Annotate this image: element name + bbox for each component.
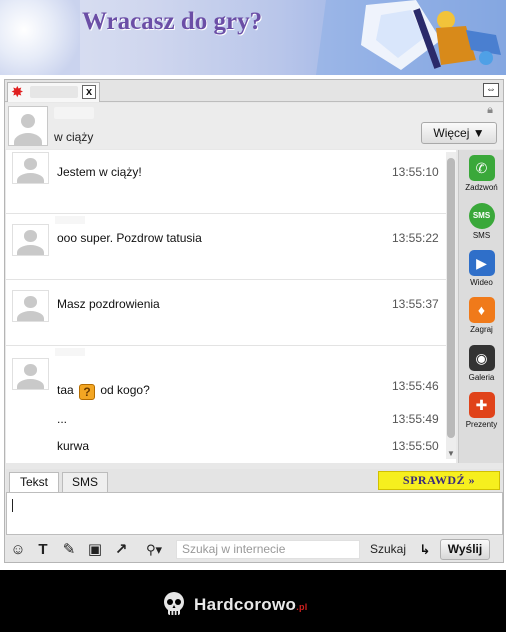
- tools-icon[interactable]: ✎: [59, 540, 79, 560]
- tab-contact-name-redacted: [30, 86, 78, 98]
- lock-icon: 🔒︎: [487, 104, 493, 116]
- message-time: 13:55:46: [392, 379, 439, 393]
- message-text: taa ? od kogo?: [57, 383, 150, 400]
- share-icon[interactable]: ↗: [111, 540, 131, 560]
- message-time: 13:55:10: [392, 165, 439, 179]
- gift-icon: ✚: [468, 392, 495, 418]
- scrollbar-thumb[interactable]: [447, 158, 455, 438]
- check-button[interactable]: SPRAWDŹ »: [378, 471, 500, 490]
- message-text: ooo super. Pozdrow tatusia: [57, 231, 202, 245]
- message-time: 13:55:50: [392, 439, 439, 453]
- input-mode-tabs: Tekst SMS SPRAWDŹ »: [6, 469, 503, 494]
- action-label: Wideo: [470, 278, 493, 287]
- call-action[interactable]: ✆ Zadzwoń: [459, 155, 504, 192]
- tab-text[interactable]: Tekst: [9, 472, 59, 494]
- gallery-action[interactable]: ◉ Galeria: [459, 345, 504, 382]
- message-item: taa ? od kogo? 13:55:46 ... 13:55:49 kur…: [6, 346, 456, 463]
- message-text: kurwa: [57, 439, 90, 453]
- action-label: Zadzwoń: [465, 183, 498, 192]
- conversation-tabbar: ✸ x ⇔: [5, 80, 503, 102]
- sms-icon: SMS: [468, 203, 495, 229]
- brand-wordmark: Hardcorowo.pl: [194, 595, 308, 615]
- sms-action[interactable]: SMS SMS: [459, 203, 504, 240]
- action-sidebar: ✆ Zadzwoń SMS SMS ▶ Wideo ♦ Zagraj ◉ Gal…: [458, 150, 503, 463]
- more-button[interactable]: Więcej ▼: [421, 122, 497, 144]
- action-label: Galeria: [468, 373, 495, 382]
- banner-frost-art: [0, 0, 80, 75]
- conversation-tab[interactable]: ✸ x: [7, 82, 100, 102]
- contact-header: w ciąży 🔒︎ Więcej ▼: [5, 103, 503, 149]
- question-emoticon-icon: ?: [79, 384, 96, 400]
- message-text: ...: [57, 412, 68, 426]
- message-list: Jestem w ciąży! 13:55:10 ooo super. Pozd…: [6, 150, 456, 463]
- game-ad-banner[interactable]: Wracasz do gry?: [0, 0, 506, 75]
- brand-name: Hardcorowo: [194, 595, 297, 614]
- message-scrollbar[interactable]: ▼: [446, 152, 456, 459]
- send-button[interactable]: Wyślij: [440, 539, 490, 560]
- message-text-after: od kogo?: [100, 383, 150, 397]
- video-action[interactable]: ▶ Wideo: [459, 250, 504, 287]
- gift-icon[interactable]: ▣: [85, 540, 105, 560]
- input-toolbar: ☺ T ✎ ▣ ↗ ⚲▾ Szukaj w internecie Szukaj …: [5, 537, 503, 562]
- message-text: Masz pozdrowienia: [57, 297, 160, 311]
- message-text: Jestem w ciąży!: [57, 165, 142, 179]
- smiley-icon[interactable]: ☺: [8, 540, 28, 560]
- close-icon[interactable]: x: [82, 85, 96, 99]
- status-star-icon: ✸: [11, 84, 24, 101]
- action-label: Prezenty: [465, 420, 498, 429]
- video-icon: ▶: [468, 250, 495, 276]
- contact-name-redacted: [54, 107, 94, 119]
- avatar: [12, 152, 49, 184]
- camera-icon: ◉: [468, 345, 495, 371]
- message-time: 13:55:37: [392, 297, 439, 311]
- action-label: Zagraj: [470, 325, 493, 334]
- search-button[interactable]: Szukaj: [367, 540, 409, 559]
- play-action[interactable]: ♦ Zagraj: [459, 297, 504, 334]
- message-text-before: taa: [57, 383, 74, 397]
- enter-key-icon[interactable]: ↳: [414, 540, 436, 559]
- message-item: ooo super. Pozdrow tatusia 13:55:22: [6, 214, 456, 280]
- message-item: Masz pozdrowienia 13:55:37: [6, 280, 456, 346]
- message-item: Jestem w ciąży! 13:55:10: [6, 150, 456, 214]
- avatar: [12, 290, 49, 322]
- tab-sms[interactable]: SMS: [62, 472, 108, 493]
- message-input[interactable]: [6, 492, 503, 535]
- search-icon[interactable]: ⚲▾: [139, 540, 169, 560]
- skull-logo-icon: [164, 592, 184, 615]
- banner-hero-illustration: [306, 0, 506, 75]
- gifts-action[interactable]: ✚ Prezenty: [459, 392, 504, 429]
- chat-window: ✸ x ⇔ w ciąży 🔒︎ Więcej ▼ Jestem w ciąży…: [4, 79, 504, 563]
- phone-icon: ✆: [468, 155, 495, 181]
- text-caret: [12, 499, 13, 512]
- sender-name-redacted: [55, 216, 85, 224]
- scroll-down-icon[interactable]: ▼: [446, 449, 456, 459]
- watermark-footer: Hardcorowo.pl: [0, 570, 506, 632]
- avatar: [12, 224, 49, 256]
- undock-icon[interactable]: ⇔: [483, 83, 499, 97]
- banner-title: Wracasz do gry?: [82, 8, 263, 35]
- message-time: 13:55:22: [392, 231, 439, 245]
- avatar: [12, 358, 49, 390]
- text-format-icon[interactable]: T: [33, 540, 53, 560]
- avatar[interactable]: [8, 106, 48, 146]
- game-icon: ♦: [468, 297, 495, 323]
- message-time: 13:55:49: [392, 412, 439, 426]
- brand-tld: .pl: [296, 602, 308, 612]
- action-label: SMS: [472, 231, 491, 240]
- sender-name-redacted: [55, 348, 85, 356]
- contact-status: w ciąży: [54, 130, 94, 144]
- search-input[interactable]: Szukaj w internecie: [176, 540, 360, 559]
